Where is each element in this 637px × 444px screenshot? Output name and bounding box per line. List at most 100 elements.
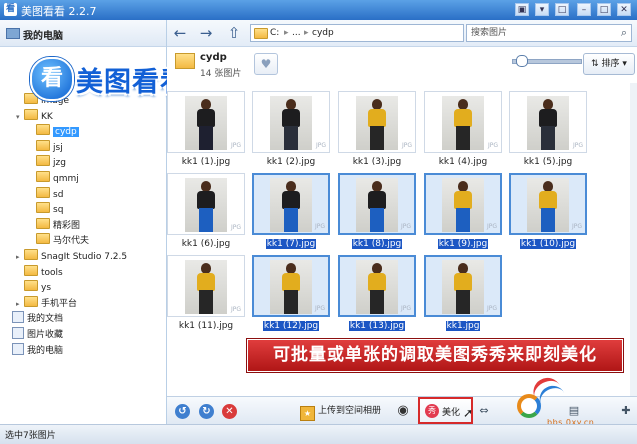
up-folder-icon[interactable]: ⇧ [225, 24, 243, 42]
tree-item[interactable]: tools [16, 264, 63, 280]
tree-item[interactable]: ▾ KK [16, 108, 53, 125]
chevron-down-icon: ▾ [619, 59, 627, 69]
thumbnail-item[interactable]: JPG kk1 (13).jpg [338, 255, 416, 339]
address-ellipsis[interactable]: ... [292, 25, 301, 41]
tree-item[interactable]: 马尔代夫 [28, 233, 89, 248]
filename-text: kk1 (2).jpg [266, 157, 316, 167]
photo-pants [199, 208, 213, 232]
weibo-share-icon[interactable]: ◉ [394, 403, 412, 419]
computer-icon [6, 28, 20, 39]
thumbnail-item[interactable]: JPG kk1 (6).jpg [167, 173, 245, 257]
more-tools-icon[interactable]: ⇔ [477, 404, 491, 418]
thumbnail-frame[interactable]: JPG [167, 173, 245, 235]
tree-item[interactable]: jzg [28, 155, 66, 170]
filename-text: kk1 (8).jpg [351, 239, 403, 249]
tree-item[interactable]: 我的电脑 [4, 342, 64, 358]
close-button[interactable]: ✕ [617, 3, 631, 16]
window-title: 美图看看 2.2.7 [21, 5, 97, 18]
skin-button[interactable]: ▣ [515, 3, 529, 16]
thumbnail-filename: kk1 (8).jpg [338, 239, 416, 249]
search-icon[interactable]: ⌕ [621, 25, 627, 41]
tree-item[interactable]: sd [28, 186, 63, 202]
photo-pants [541, 126, 555, 150]
thumbnail-frame[interactable]: JPG [338, 91, 416, 153]
restore-compact-button[interactable]: □ [555, 3, 569, 16]
photo-top [454, 273, 472, 291]
upload-label: 上传到空间相册 [318, 406, 382, 416]
expand-arrow-icon[interactable]: ▸ [16, 297, 24, 312]
rotate-left-icon[interactable]: ↺ [175, 404, 190, 419]
title-bar: 看 美图看看 2.2.7 ▣ ▾ □ – □ ✕ [0, 0, 637, 20]
upload-to-album-button[interactable]: ★ 上传到空间相册 [300, 403, 382, 421]
thumbnail-item[interactable]: JPG kk1.jpg [424, 255, 502, 339]
forward-icon[interactable]: → [197, 24, 215, 42]
zoom-slider-handle[interactable] [516, 55, 528, 67]
thumbnail-item[interactable]: JPG kk1 (1).jpg [167, 91, 245, 175]
photo-top [197, 273, 215, 291]
thumbnail-frame[interactable]: JPG [424, 173, 502, 235]
library-icon [12, 342, 24, 355]
tree-item-label: 图片收藏 [27, 330, 64, 340]
tree-item[interactable]: 图片收藏 [4, 327, 63, 342]
tree-item[interactable]: jsj [28, 139, 63, 155]
back-icon[interactable]: ← [171, 24, 189, 42]
thumbnail-frame[interactable]: JPG [509, 91, 587, 153]
thumbnail-frame[interactable]: JPG [167, 91, 245, 153]
thumbnail-item[interactable]: JPG kk1 (4).jpg [424, 91, 502, 175]
tree-item[interactable]: ▸ 手机平台 [16, 295, 77, 312]
address-current-folder[interactable]: cydp [312, 25, 334, 41]
folder-icon [36, 217, 50, 229]
folder-icon [36, 155, 50, 167]
tree-item[interactable]: cydp [28, 124, 79, 139]
thumbnail-item[interactable]: JPG kk1 (12).jpg [252, 255, 330, 339]
thumbnail-item[interactable]: JPG kk1 (11).jpg [167, 255, 245, 339]
thumbnail-frame[interactable]: JPG [252, 91, 330, 153]
tree-item-label: 我的文档 [27, 314, 64, 325]
rotate-right-icon[interactable]: ↻ [199, 404, 214, 419]
thumbnail-item[interactable]: JPG kk1 (2).jpg [252, 91, 330, 175]
minimize-button[interactable]: – [577, 3, 591, 16]
thumbnail-item[interactable]: JPG kk1 (9).jpg [424, 173, 502, 257]
thumbnail-item[interactable]: JPG kk1 (8).jpg [338, 173, 416, 257]
thumbnail-item[interactable]: JPG kk1 (10).jpg [509, 173, 587, 257]
expand-arrow-icon[interactable]: ▸ [16, 250, 24, 265]
search-input[interactable]: 搜索图片 ⌕ [466, 24, 632, 42]
tree-item-label: 我的电脑 [27, 345, 64, 356]
library-icon [12, 311, 24, 324]
photo-top [368, 273, 386, 291]
address-drive[interactable]: C: [270, 25, 279, 41]
thumbnail-frame[interactable]: JPG [252, 255, 330, 317]
thumbnail-image [185, 178, 227, 232]
tree-item[interactable]: 精彩图 [28, 217, 80, 233]
thumbnail-frame[interactable]: JPG [509, 173, 587, 235]
tree-item[interactable]: ▸ SnagIt Studio 7.2.5 [16, 249, 127, 264]
collapse-arrow-icon[interactable]: ▾ [16, 110, 24, 125]
folder-icon [36, 124, 50, 136]
mouse-cursor-icon: ➚ [463, 406, 474, 420]
thumbnail-filename: kk1 (5).jpg [509, 157, 587, 167]
photo-pants [456, 208, 470, 232]
thumbnail-frame[interactable]: JPG [338, 255, 416, 317]
tree-item[interactable]: sq [28, 202, 63, 217]
thumbnail-frame[interactable]: JPG [338, 173, 416, 235]
thumbnail-frame[interactable]: JPG [424, 91, 502, 153]
jpg-tag: JPG [230, 306, 241, 313]
delete-icon[interactable]: ✕ [222, 404, 237, 419]
favorite-heart-icon[interactable]: ♥ [254, 53, 278, 75]
tree-item[interactable]: 我的文档 [4, 311, 63, 326]
tree-item[interactable]: ys [16, 280, 51, 295]
tree-header[interactable]: 我的电脑 [0, 20, 166, 47]
menu-button[interactable]: ▾ [535, 3, 549, 16]
thumbnail-filename: kk1 (3).jpg [338, 157, 416, 167]
thumbnail-item[interactable]: JPG kk1 (7).jpg [252, 173, 330, 257]
thumbnail-item[interactable]: JPG kk1 (5).jpg [509, 91, 587, 175]
address-bar[interactable]: C: ▸ ... ▸ cydp [250, 24, 464, 42]
tree-item[interactable]: qmmj [28, 171, 79, 186]
maximize-button[interactable]: □ [597, 3, 611, 16]
grid-scrollbar[interactable] [630, 83, 637, 396]
thumbnail-frame[interactable]: JPG [167, 255, 245, 317]
thumbnail-frame[interactable]: JPG [424, 255, 502, 317]
sort-button[interactable]: ⇅ 排序 ▾ [583, 53, 635, 75]
thumbnail-item[interactable]: JPG kk1 (3).jpg [338, 91, 416, 175]
thumbnail-frame[interactable]: JPG [252, 173, 330, 235]
